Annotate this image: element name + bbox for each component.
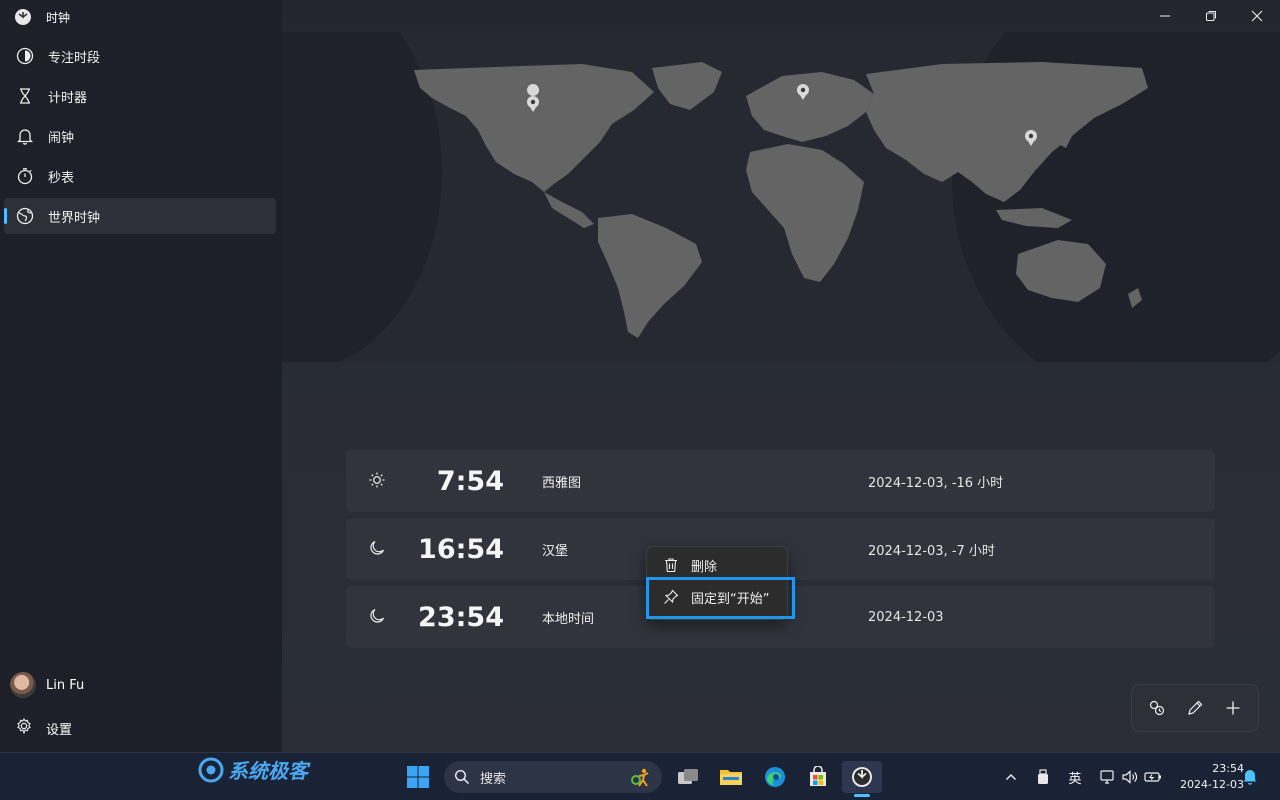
sidebar-item-label: 闹钟	[48, 130, 75, 146]
menu-item-delete[interactable]: 删除	[649, 549, 787, 581]
clock-city: 汉堡	[542, 543, 569, 559]
clock-time: 16:54	[418, 533, 504, 565]
search-placeholder: 搜索	[480, 771, 507, 787]
user-name: Lin Fu	[46, 677, 85, 693]
battery-icon	[1144, 772, 1161, 782]
sidebar: 时钟 专注时段 计时器 闹钟 秒表 世界时钟 Lin Fu 设置	[0, 0, 282, 752]
network-icon	[1100, 770, 1114, 784]
action-bar	[1131, 684, 1259, 732]
clock-time: 7:54	[436, 465, 504, 497]
close-button[interactable]	[1234, 0, 1280, 32]
sidebar-item-label: 世界时钟	[48, 210, 101, 226]
volume-icon	[1122, 770, 1138, 784]
taskbar-task-view[interactable]	[668, 761, 708, 793]
notification-bell-icon	[1243, 770, 1257, 785]
watermark-logo-icon	[198, 757, 224, 782]
task-view-icon	[678, 769, 698, 784]
user-account[interactable]: Lin Fu	[10, 672, 84, 698]
clock-city: 西雅图	[542, 475, 582, 491]
sidebar-item-label: 专注时段	[48, 50, 101, 66]
folder-icon	[720, 770, 742, 785]
clock-app-icon	[14, 8, 32, 26]
compare-button[interactable]	[1140, 691, 1174, 725]
app-title: 时钟	[46, 10, 71, 25]
usb-drive-icon	[1038, 769, 1048, 784]
world-map	[282, 32, 1280, 362]
context-menu: 删除 固定到“开始”	[646, 546, 788, 620]
trash-icon	[665, 558, 677, 573]
focus-icon	[16, 47, 34, 65]
store-bag-icon	[810, 766, 826, 786]
chevron-up-icon	[1006, 774, 1016, 780]
watermark-text: 系统极客	[228, 759, 308, 783]
sidebar-item-alarm[interactable]: 闹钟	[4, 118, 276, 154]
pencil-icon	[1188, 700, 1203, 715]
edit-button[interactable]	[1178, 691, 1212, 725]
clock-date-offset: 2024-12-03, -16 小时	[868, 475, 1004, 491]
close-icon	[1251, 10, 1263, 22]
taskbar-clock-app[interactable]	[842, 761, 882, 797]
ime-label: 英	[1068, 771, 1082, 787]
sun-icon	[369, 472, 385, 488]
sidebar-item-stopwatch[interactable]: 秒表	[4, 158, 276, 194]
globe-icon	[16, 207, 34, 225]
menu-item-label: 删除	[691, 559, 718, 575]
taskbar-time: 23:54	[1212, 762, 1244, 775]
stopwatch-icon	[16, 167, 34, 185]
clock-city: 本地时间	[542, 611, 595, 627]
clock-date-offset: 2024-12-03	[868, 609, 944, 625]
taskbar-clock[interactable]: 23:54 2024-12-03	[1168, 761, 1244, 793]
edge-browser-icon	[765, 767, 785, 787]
world-clock-card[interactable]: 7:54 西雅图 2024-12-03, -16 小时	[346, 450, 1215, 512]
accessibility-figure-icon	[631, 768, 649, 787]
sidebar-item-world-clock[interactable]: 世界时钟	[4, 198, 276, 234]
windows-logo-icon	[407, 766, 429, 788]
search-icon	[454, 769, 470, 785]
taskbar-store[interactable]	[798, 761, 838, 793]
tray-overflow-button[interactable]	[1000, 761, 1022, 793]
sidebar-item-timer[interactable]: 计时器	[4, 78, 276, 114]
minimize-button[interactable]	[1142, 0, 1188, 32]
compare-clocks-icon	[1149, 700, 1165, 716]
moon-icon	[370, 540, 385, 555]
plus-icon	[1226, 701, 1240, 715]
start-button[interactable]	[406, 765, 430, 789]
quick-settings-button[interactable]	[1096, 761, 1166, 793]
clock-app-icon	[852, 767, 872, 787]
ime-indicator[interactable]: 英	[1064, 761, 1086, 793]
window-controls	[1142, 0, 1280, 32]
sidebar-nav: 专注时段 计时器 闹钟 秒表 世界时钟	[4, 38, 276, 238]
taskbar-date: 2024-12-03	[1180, 778, 1244, 791]
settings-button[interactable]: 设置	[16, 717, 73, 738]
moon-icon	[370, 608, 385, 623]
pin-icon	[664, 589, 679, 604]
sidebar-item-label: 计时器	[48, 90, 88, 106]
clock-date-offset: 2024-12-03, -7 小时	[868, 543, 995, 559]
tray-usb-device[interactable]	[1032, 761, 1054, 793]
notification-button[interactable]	[1242, 767, 1258, 789]
gear-icon	[16, 717, 32, 738]
world-clock-page: 7:54 西雅图 2024-12-03, -16 小时 16:54 汉堡 202…	[282, 0, 1280, 752]
app-title-bar: 时钟	[14, 8, 70, 26]
restore-button[interactable]	[1188, 0, 1234, 32]
hourglass-icon	[16, 87, 34, 105]
system-tray: 英	[1000, 761, 1166, 793]
menu-item-label: 固定到“开始”	[691, 591, 770, 607]
settings-label: 设置	[46, 722, 73, 738]
bell-icon	[16, 127, 34, 145]
taskbar-search[interactable]: 搜索	[444, 761, 662, 793]
watermark: 系统极客	[198, 755, 308, 784]
menu-item-pin-to-start[interactable]: 固定到“开始”	[649, 581, 787, 613]
taskbar-edge[interactable]	[755, 761, 795, 793]
taskbar: 系统极客 搜索 英 23:54 2024-12-03	[0, 752, 1280, 800]
minimize-icon	[1160, 15, 1170, 17]
sidebar-item-label: 秒表	[48, 170, 75, 186]
sidebar-item-focus[interactable]: 专注时段	[4, 38, 276, 74]
clock-time: 23:54	[418, 601, 504, 633]
taskbar-file-explorer[interactable]	[711, 761, 751, 793]
add-city-button[interactable]	[1216, 691, 1250, 725]
avatar	[10, 672, 36, 698]
restore-icon	[1206, 11, 1216, 21]
